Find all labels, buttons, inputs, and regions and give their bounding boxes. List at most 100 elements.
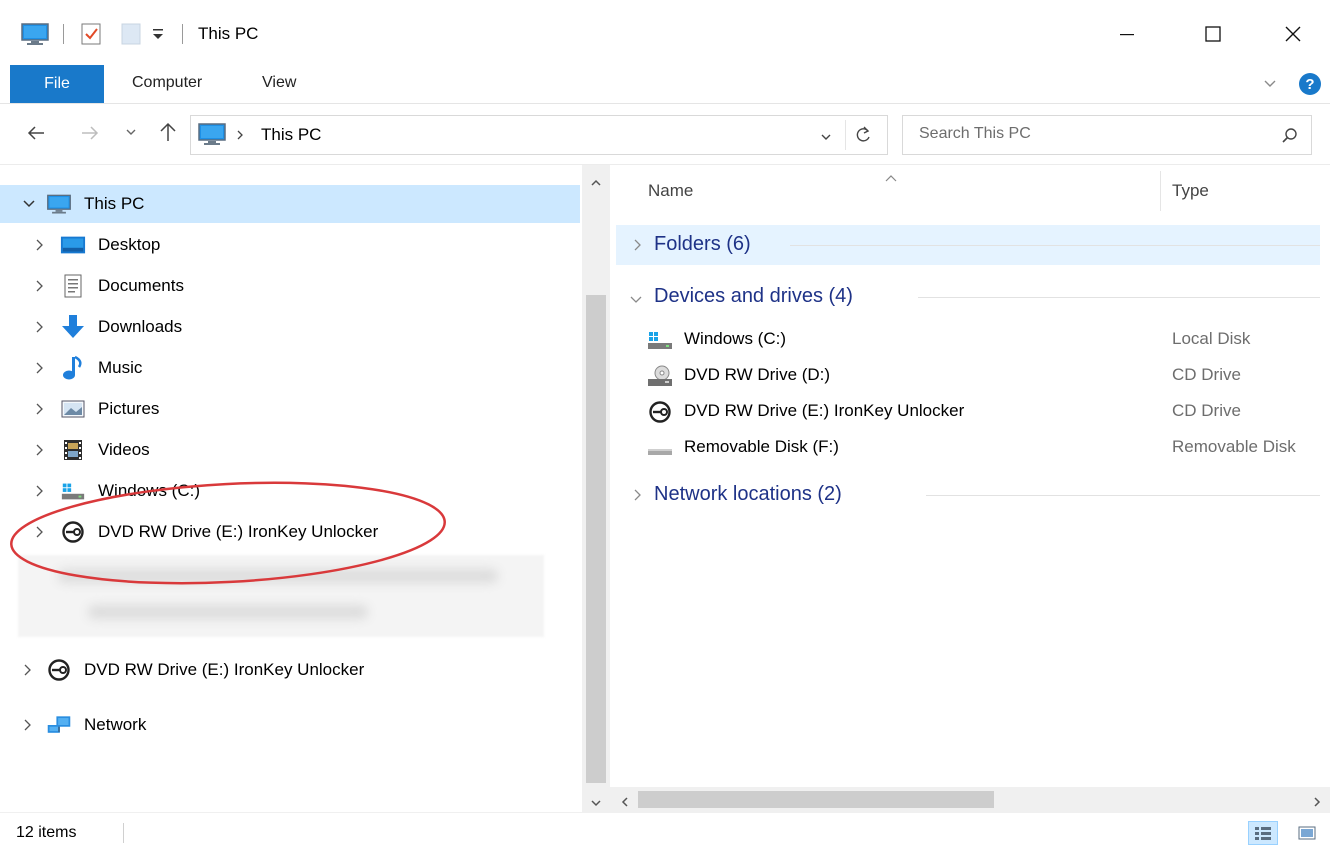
scroll-down-icon[interactable] [590,793,602,813]
tab-computer[interactable]: Computer [132,74,202,92]
nav-item-label: Videos [98,440,150,459]
chevron-right-icon[interactable] [32,320,46,334]
group-label: Devices and drives (4) [654,285,853,307]
nav-item-music[interactable]: Music [0,349,580,387]
tab-view[interactable]: View [262,74,296,92]
chevron-right-icon[interactable] [32,238,46,252]
annotation-ellipse [10,481,446,585]
this-pc-icon [197,122,227,151]
chevron-right-icon[interactable] [20,663,34,677]
downloads-icon [60,314,86,340]
list-item-dvd-d[interactable]: DVD RW Drive (D:) CD Drive [646,359,1326,393]
nav-item-videos[interactable]: Videos [0,431,580,469]
details-view-button[interactable] [1248,821,1278,845]
nav-item-label: Downloads [98,317,183,336]
item-type: CD Drive [1172,365,1241,384]
nav-item-label: Pictures [98,399,160,418]
chevron-right-icon[interactable] [32,443,46,457]
scroll-up-icon[interactable] [590,173,602,193]
expand-ribbon-icon[interactable] [1262,76,1278,96]
item-name: Removable Disk (F:) [684,437,839,456]
forward-button[interactable] [80,123,100,143]
address-dropdown-icon[interactable] [819,129,833,149]
list-item-ironkey-e[interactable]: DVD RW Drive (E:) IronKey Unlocker CD Dr… [646,395,1326,429]
group-network-locations[interactable]: Network locations (2) [616,475,1320,515]
breadcrumb-chevron-icon[interactable] [235,127,245,147]
qat-dropdown-icon[interactable] [150,26,166,46]
item-name: DVD RW Drive (E:) IronKey Unlocker [684,401,965,420]
item-type: CD Drive [1172,401,1241,420]
tab-file[interactable]: File [10,65,104,103]
chevron-right-icon[interactable] [32,402,46,416]
nav-item-documents[interactable]: Documents [0,267,580,305]
new-folder-icon[interactable] [120,22,142,51]
content-scrollbar[interactable] [610,787,1330,812]
item-type: Removable Disk [1172,437,1296,456]
chevron-down-icon[interactable] [628,291,644,311]
group-label: Folders (6) [654,233,751,255]
properties-icon[interactable] [80,22,102,51]
maximize-button[interactable] [1190,14,1236,54]
nav-item-downloads[interactable]: Downloads [0,308,580,346]
chevron-right-icon[interactable] [632,487,644,508]
scroll-left-icon[interactable] [620,793,630,813]
nav-item-this-pc[interactable]: This PC [0,185,580,223]
large-icons-view-button[interactable] [1292,821,1322,845]
search-placeholder: Search This PC [919,125,1031,142]
breadcrumb[interactable]: This PC [261,125,321,145]
chevron-right-icon[interactable] [32,279,46,293]
network-icon [46,712,72,738]
documents-icon [60,273,86,299]
nav-scrollbar[interactable] [582,165,610,812]
column-type[interactable]: Type [1172,181,1209,201]
back-button[interactable] [26,123,46,143]
minimize-button[interactable] [1104,14,1150,54]
nav-item-pictures[interactable]: Pictures [0,390,580,428]
search-input[interactable]: Search This PC [902,115,1312,155]
up-button[interactable] [158,121,178,143]
title-bar: This PC [0,0,1330,64]
chevron-right-icon[interactable] [32,361,46,375]
group-devices-and-drives[interactable]: Devices and drives (4) [616,277,1320,317]
pictures-icon [60,396,86,422]
large-icons-view-icon [1298,826,1316,840]
item-type: Local Disk [1172,329,1251,348]
chevron-down-icon[interactable] [22,197,36,211]
close-button[interactable] [1270,14,1316,54]
nav-item-ironkey-drive-root[interactable]: DVD RW Drive (E:) IronKey Unlocker [0,651,580,689]
this-pc-icon[interactable] [20,22,50,51]
column-header: Name Type [610,165,1330,215]
scroll-thumb[interactable] [638,791,994,808]
chevron-right-icon[interactable] [632,237,644,258]
nav-item-label: Network [84,715,147,734]
chevron-right-icon[interactable] [20,718,34,732]
refresh-icon[interactable] [855,125,873,150]
address-bar[interactable]: This PC [190,115,888,155]
item-name: Windows (C:) [684,329,787,348]
column-name[interactable]: Name [648,181,693,201]
scroll-right-icon[interactable] [1312,793,1322,813]
content-pane[interactable]: Name Type Folders (6) Devices and drives… [610,165,1330,812]
search-icon[interactable] [1281,127,1299,150]
recent-locations-icon[interactable] [124,127,138,139]
music-icon [60,355,86,381]
status-bar: 12 items [0,812,1330,850]
nav-item-desktop[interactable]: Desktop [0,226,580,264]
ironkey-icon [46,657,72,683]
scroll-thumb[interactable] [586,295,606,783]
list-item-removable-f[interactable]: Removable Disk (F:) Removable Disk [646,431,1326,465]
nav-item-label: Documents [98,276,184,295]
dvd-drive-icon [646,363,674,389]
group-folders[interactable]: Folders (6) [616,225,1320,265]
list-item-windows-c[interactable]: Windows (C:) Local Disk [646,323,1326,357]
desktop-icon [60,232,86,258]
window-title: This PC [198,24,259,43]
nav-item-network[interactable]: Network [0,706,580,744]
videos-icon [60,437,86,463]
help-icon[interactable]: ? [1298,72,1322,101]
windows-drive-icon [646,327,674,353]
group-label: Network locations (2) [654,483,842,505]
navigation-pane[interactable]: This PC Desktop Documents Downloads Musi… [0,165,610,812]
removable-disk-icon [646,435,674,461]
nav-item-label: Desktop [98,235,161,254]
